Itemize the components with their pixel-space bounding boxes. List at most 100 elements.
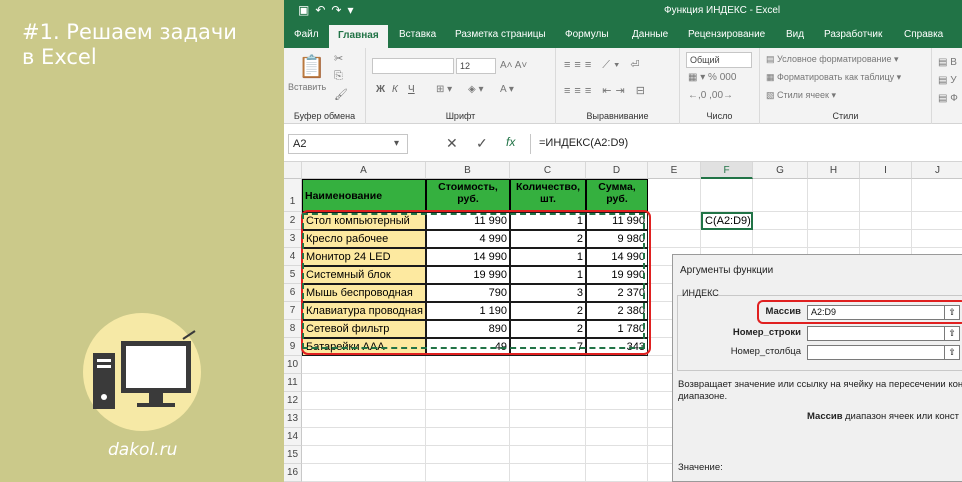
column-header[interactable]: E [648,162,701,179]
collapse-dialog-icon[interactable]: ⇧ [944,305,960,320]
array-input[interactable]: A2:D9 [807,305,945,320]
empty-cell[interactable] [510,464,586,482]
tab-home[interactable]: Главная [329,25,388,48]
empty-cell[interactable] [912,212,962,230]
empty-cell[interactable] [648,212,701,230]
insert-function-icon[interactable]: fx [506,135,515,149]
italic-button[interactable]: К [392,84,398,95]
column-header[interactable]: D [586,162,648,179]
currency-icons[interactable]: ▦ ▾ % 000 [688,72,736,83]
cancel-icon[interactable]: ✕ [446,135,458,152]
empty-cell[interactable] [426,446,510,464]
empty-cell[interactable] [808,230,860,248]
empty-cell[interactable] [302,428,426,446]
enter-icon[interactable]: ✓ [476,135,488,152]
empty-cell[interactable] [860,230,912,248]
empty-cell[interactable] [510,374,586,392]
empty-cell[interactable] [510,392,586,410]
empty-cell[interactable] [510,428,586,446]
collapse-dialog-icon[interactable]: ⇧ [944,326,960,341]
empty-cell[interactable] [753,230,808,248]
column-header[interactable]: J [912,162,962,179]
empty-cell[interactable] [860,212,912,230]
empty-cell[interactable] [510,356,586,374]
tab-view[interactable]: Вид [786,29,804,40]
tab-page-layout[interactable]: Разметка страницы [455,29,546,40]
empty-cell[interactable] [808,179,860,212]
empty-cell[interactable] [510,446,586,464]
tab-developer[interactable]: Разработчик [824,29,882,40]
row-header[interactable]: 13 [284,410,302,428]
empty-cell[interactable] [753,179,808,212]
format-as-table-button[interactable]: ▦ Форматировать как таблицу ▾ [766,72,901,83]
empty-cell[interactable] [302,410,426,428]
tab-file[interactable]: Файл [294,29,319,40]
empty-cell[interactable] [753,212,808,230]
tab-insert[interactable]: Вставка [399,29,436,40]
vertical-align-icons[interactable]: ≡≡≡ ⟋▾ ⏎ [564,58,644,72]
empty-cell[interactable] [302,374,426,392]
redo-icon[interactable]: ↷ [331,3,347,17]
column-header[interactable]: I [860,162,912,179]
column-header[interactable]: H [808,162,860,179]
column-header[interactable]: G [753,162,808,179]
copy-icon[interactable]: ⎘ [334,70,343,83]
empty-cell[interactable] [586,428,648,446]
font-name-select[interactable] [372,58,454,74]
table-header-cell[interactable]: Наименование [302,179,426,212]
bold-button[interactable]: Ж [376,84,385,95]
row-header[interactable]: 11 [284,374,302,392]
paste-button[interactable]: Вставить [288,82,326,92]
empty-cell[interactable] [426,410,510,428]
row-header[interactable]: 3 [284,230,302,248]
empty-cell[interactable] [648,230,701,248]
row-header[interactable]: 5 [284,266,302,284]
empty-cell[interactable] [510,410,586,428]
empty-cell[interactable] [648,179,701,212]
select-all-corner[interactable] [284,162,302,179]
empty-cell[interactable] [701,230,753,248]
empty-cell[interactable] [586,374,648,392]
format-painter-icon[interactable]: 🖌 [334,88,348,101]
underline-button[interactable]: Ч [408,84,415,95]
empty-cell[interactable] [912,179,962,212]
grow-font-icon[interactable]: A˄ A˅ [500,60,527,71]
horizontal-align-icons[interactable]: ≡≡≡ ⇤⇥ ⊟ [564,84,649,97]
table-header-cell[interactable]: Сумма, руб. [586,179,648,212]
column-header[interactable]: F [701,162,753,179]
row-header[interactable]: 1 [284,179,302,212]
tab-review[interactable]: Рецензирование [688,29,765,40]
tab-help[interactable]: Справка [904,29,943,40]
empty-cell[interactable] [426,356,510,374]
row-header[interactable]: 6 [284,284,302,302]
paste-icon[interactable]: 📋 [298,54,325,80]
row-header[interactable]: 4 [284,248,302,266]
table-header-cell[interactable]: Стоимость, руб. [426,179,510,212]
row-header[interactable]: 7 [284,302,302,320]
row-header[interactable]: 10 [284,356,302,374]
empty-cell[interactable] [701,179,753,212]
row-number-input[interactable] [807,326,945,341]
formula-input[interactable]: =ИНДЕКС(A2:D9) [530,134,960,154]
empty-cell[interactable] [302,464,426,482]
column-header[interactable]: C [510,162,586,179]
empty-cell[interactable] [426,428,510,446]
row-header[interactable]: 16 [284,464,302,482]
save-icon[interactable]: ▣ [298,3,315,17]
empty-cell[interactable] [586,464,648,482]
empty-cell[interactable] [302,392,426,410]
empty-cell[interactable] [586,356,648,374]
tab-data[interactable]: Данные [632,29,668,40]
spreadsheet-grid[interactable]: ABCDEFGHIJ1234567891011121314151617Наиме… [284,162,962,482]
font-color-icon[interactable]: A ▾ [500,84,514,95]
collapse-dialog-icon[interactable]: ⇧ [944,345,960,360]
column-header[interactable]: A [302,162,426,179]
empty-cell[interactable] [302,446,426,464]
borders-icon[interactable]: ⊞ ▾ [436,84,452,95]
name-box[interactable]: A2 [288,134,408,154]
table-header-cell[interactable]: Количество, шт. [510,179,586,212]
cut-icon[interactable]: ✂ [334,52,343,65]
row-header[interactable]: 2 [284,212,302,230]
undo-icon[interactable]: ↶ [315,3,331,17]
cells-group-icons[interactable]: ▤ В ▤ У ▤ Ф [938,54,958,108]
